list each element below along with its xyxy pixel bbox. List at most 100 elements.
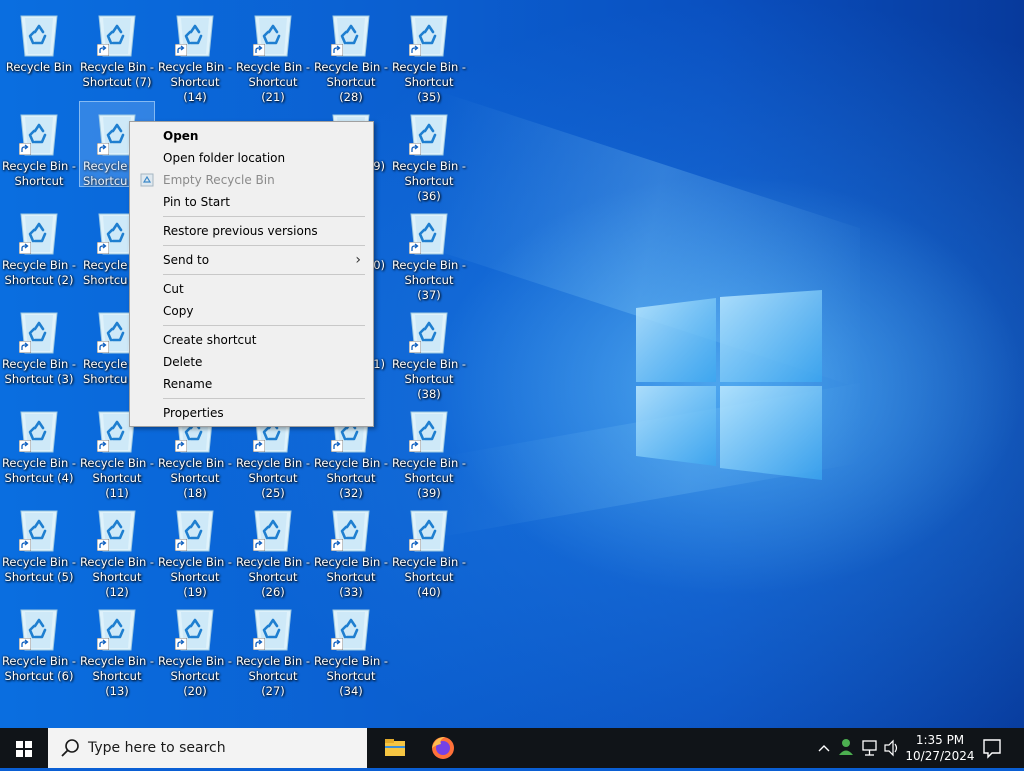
desktop-icon-shortcut-20[interactable]: Recycle Bin - Shortcut (20) bbox=[157, 596, 233, 699]
desktop-icon-shortcut-21[interactable]: Recycle Bin - Shortcut (21) bbox=[235, 2, 311, 105]
desktop-icon-shortcut-39[interactable]: Recycle Bin - Shortcut (39) bbox=[391, 398, 467, 501]
menu-separator bbox=[163, 245, 365, 246]
shortcut-arrow-icon bbox=[97, 242, 109, 254]
menu-item-rename[interactable]: Rename bbox=[163, 373, 212, 395]
recycle-bin-icon bbox=[405, 10, 453, 58]
desktop-icon-shortcut-35[interactable]: Recycle Bin - Shortcut (35) bbox=[391, 2, 467, 105]
recycle-bin-icon bbox=[405, 307, 453, 355]
shortcut-arrow-icon bbox=[175, 539, 187, 551]
shortcut-arrow-icon bbox=[409, 143, 421, 155]
desktop-icon-shortcut[interactable]: Recycle Bin - Shortcut bbox=[1, 101, 77, 189]
desktop-icon-shortcut-7[interactable]: Recycle Bin - Shortcut (7) bbox=[79, 2, 155, 90]
chevron-up-icon[interactable] bbox=[814, 728, 834, 768]
recycle-bin-icon bbox=[15, 604, 63, 652]
action-center-button[interactable] bbox=[968, 728, 1016, 768]
clock-time: 1:35 PM bbox=[915, 733, 965, 747]
recycle-bin-icon bbox=[93, 10, 141, 58]
shortcut-arrow-icon bbox=[19, 638, 31, 650]
desktop-icon-shortcut-38[interactable]: Recycle Bin - Shortcut (38) bbox=[391, 299, 467, 402]
desktop-icon-label: Recycle Bin bbox=[5, 60, 73, 74]
desktop-icon-shortcut-37[interactable]: Recycle Bin - Shortcut (37) bbox=[391, 200, 467, 303]
recycle-bin-icon bbox=[15, 109, 63, 157]
user-green-icon[interactable] bbox=[836, 728, 856, 768]
start-button[interactable] bbox=[0, 728, 48, 768]
desktop-icon-shortcut-34[interactable]: Recycle Bin - Shortcut (34) bbox=[313, 596, 389, 699]
shortcut-arrow-icon bbox=[409, 440, 421, 452]
recycle-bin-icon bbox=[405, 406, 453, 454]
desktop-icon-shortcut-36[interactable]: Recycle Bin - Shortcut (36) bbox=[391, 101, 467, 204]
recycle-bin-icon bbox=[15, 307, 63, 355]
shortcut-arrow-icon bbox=[97, 44, 109, 56]
shortcut-arrow-icon bbox=[253, 44, 265, 56]
desktop-icon-shortcut-3[interactable]: Recycle Bin - Shortcut (3) bbox=[1, 299, 77, 387]
menu-item-create-shortcut[interactable]: Create shortcut bbox=[163, 329, 256, 351]
desktop-icon-shortcut-19[interactable]: Recycle Bin - Shortcut (19) bbox=[157, 497, 233, 600]
shortcut-arrow-icon bbox=[409, 242, 421, 254]
menu-item-pin-to-start[interactable]: Pin to Start bbox=[163, 191, 230, 213]
menu-item-open[interactable]: Open bbox=[163, 125, 198, 147]
desktop-icon-shortcut-33[interactable]: Recycle Bin - Shortcut (33) bbox=[313, 497, 389, 600]
recycle-bin-icon bbox=[327, 10, 375, 58]
firefox-icon bbox=[432, 737, 454, 759]
desktop-icon-shortcut-14[interactable]: Recycle Bin - Shortcut (14) bbox=[157, 2, 233, 105]
shortcut-arrow-icon bbox=[97, 539, 109, 551]
taskbar-clock[interactable]: 1:35 PM 10/27/2024 bbox=[905, 732, 975, 764]
desktop-icon-label: Recycle Bin - Shortcut (13) bbox=[79, 654, 155, 698]
recycle-bin-icon bbox=[405, 208, 453, 256]
menu-separator bbox=[163, 274, 365, 275]
desktop-icon-recycle-bin[interactable]: Recycle Bin bbox=[1, 2, 77, 75]
shortcut-arrow-icon bbox=[97, 638, 109, 650]
volume-icon[interactable] bbox=[882, 728, 902, 768]
desktop-icon-label: Recycle Bin - Shortcut (35) bbox=[391, 60, 467, 104]
shortcut-arrow-icon bbox=[175, 44, 187, 56]
desktop-icon-label: Recycle Bin - Shortcut (2) bbox=[1, 258, 77, 287]
taskbar: Type here to search 1:35 PM 10/27/2024 bbox=[0, 728, 1024, 768]
desktop-icon-label: Recycle Bin - Shortcut (4) bbox=[1, 456, 77, 485]
menu-item-open-folder-location[interactable]: Open folder location bbox=[163, 147, 285, 169]
desktop-icon-shortcut-40[interactable]: Recycle Bin - Shortcut (40) bbox=[391, 497, 467, 600]
menu-item-copy[interactable]: Copy bbox=[163, 300, 193, 322]
recycle-bin-small-icon bbox=[140, 173, 154, 187]
shortcut-arrow-icon bbox=[97, 341, 109, 353]
desktop-icon-label: Recycle Bin - Shortcut (5) bbox=[1, 555, 77, 584]
menu-item-send-to[interactable]: Send to bbox=[163, 249, 209, 271]
recycle-bin-icon bbox=[249, 604, 297, 652]
desktop-icon-shortcut-28[interactable]: Recycle Bin - Shortcut (28) bbox=[313, 2, 389, 105]
shortcut-arrow-icon bbox=[19, 143, 31, 155]
desktop-icon-shortcut-2[interactable]: Recycle Bin - Shortcut (2) bbox=[1, 200, 77, 288]
desktop-icon-label: Recycle Bin - Shortcut (25) bbox=[235, 456, 311, 500]
menu-item-delete[interactable]: Delete bbox=[163, 351, 202, 373]
desktop-icon-shortcut-5[interactable]: Recycle Bin - Shortcut (5) bbox=[1, 497, 77, 585]
desktop-icon-shortcut-6[interactable]: Recycle Bin - Shortcut (6) bbox=[1, 596, 77, 684]
windows-logo-wallpaper bbox=[636, 290, 822, 480]
menu-item-cut[interactable]: Cut bbox=[163, 278, 184, 300]
recycle-bin-icon bbox=[327, 505, 375, 553]
desktop-icon-shortcut-12[interactable]: Recycle Bin - Shortcut (12) bbox=[79, 497, 155, 600]
desktop-icon-shortcut-26[interactable]: Recycle Bin - Shortcut (26) bbox=[235, 497, 311, 600]
taskbar-search-box[interactable]: Type here to search bbox=[48, 728, 367, 768]
recycle-bin-icon bbox=[327, 604, 375, 652]
shortcut-arrow-icon bbox=[19, 440, 31, 452]
desktop-icon-shortcut-4[interactable]: Recycle Bin - Shortcut (4) bbox=[1, 398, 77, 486]
network-icon[interactable] bbox=[860, 728, 880, 768]
desktop-icon-label: Recycle Bin - Shortcut (32) bbox=[313, 456, 389, 500]
shortcut-arrow-icon bbox=[97, 143, 109, 155]
menu-separator bbox=[163, 216, 365, 217]
menu-item-restore-previous-versions[interactable]: Restore previous versions bbox=[163, 220, 318, 242]
taskbar-firefox[interactable] bbox=[419, 728, 467, 768]
recycle-bin-icon bbox=[171, 10, 219, 58]
menu-item-empty-recycle-bin[interactable]: Empty Recycle Bin bbox=[163, 169, 275, 191]
desktop-icon-shortcut-27[interactable]: Recycle Bin - Shortcut (27) bbox=[235, 596, 311, 699]
desktop-icon-shortcut-13[interactable]: Recycle Bin - Shortcut (13) bbox=[79, 596, 155, 699]
desktop-icon-label: Recycle Bin - Shortcut (38) bbox=[391, 357, 467, 401]
menu-item-properties[interactable]: Properties bbox=[163, 402, 224, 424]
shortcut-arrow-icon bbox=[409, 539, 421, 551]
system-tray bbox=[812, 728, 902, 768]
desktop-icon-label: Recycle Bin - Shortcut (11) bbox=[79, 456, 155, 500]
windows-start-icon bbox=[16, 741, 32, 757]
recycle-bin-icon bbox=[93, 505, 141, 553]
shortcut-arrow-icon bbox=[97, 440, 109, 452]
recycle-bin-icon bbox=[405, 109, 453, 157]
taskbar-file-explorer[interactable] bbox=[371, 728, 419, 768]
desktop-icon-label: Recycle Bin - Shortcut (27) bbox=[235, 654, 311, 698]
